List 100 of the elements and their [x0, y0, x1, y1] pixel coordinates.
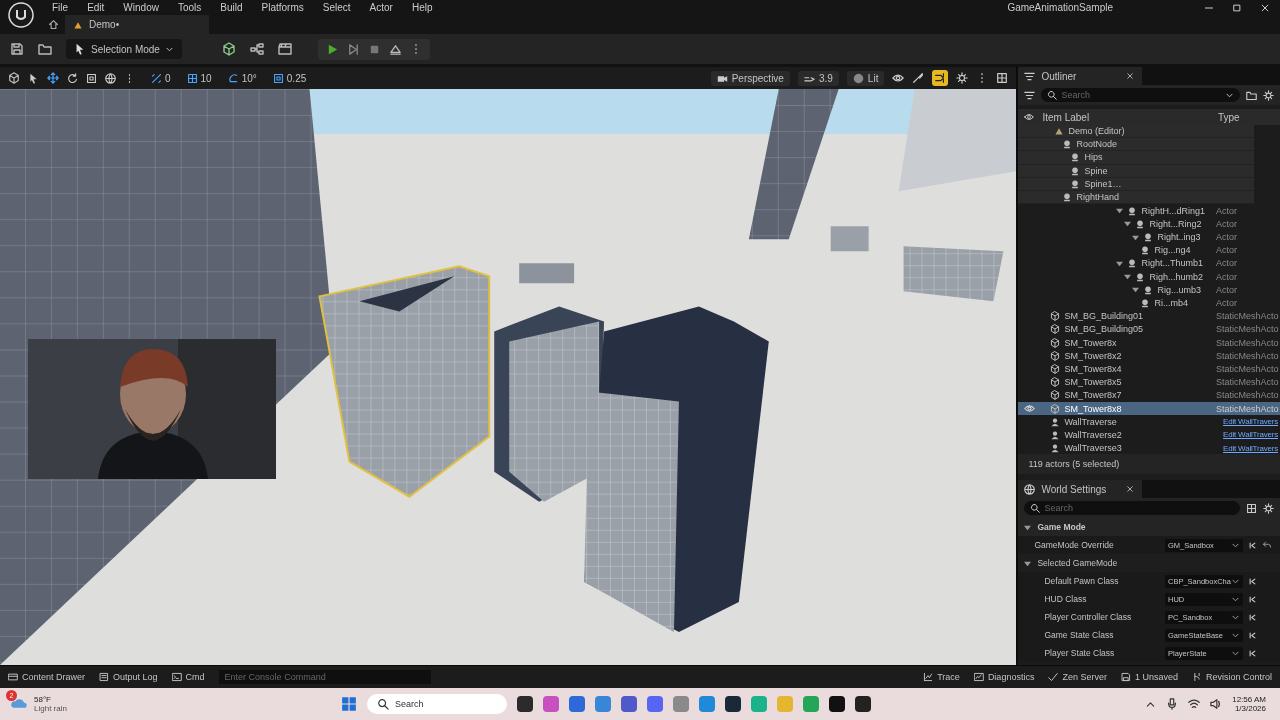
snap-setting[interactable]: 10°	[227, 72, 257, 84]
edit-blueprint-link[interactable]: Edit WallTravers	[1223, 417, 1278, 427]
close-button[interactable]	[1260, 2, 1270, 13]
expanded-arrow-icon[interactable]	[1132, 286, 1140, 294]
menu-item[interactable]: Select	[322, 2, 351, 13]
expanded-arrow-icon[interactable]	[1024, 559, 1032, 567]
tree-item-label: SM_Tower8x8	[1064, 403, 1123, 414]
status-bar-button[interactable]: Trace	[923, 672, 960, 682]
edit-blueprint-link[interactable]: Edit WallTravers	[1223, 430, 1278, 440]
menu-item[interactable]: Build	[220, 2, 243, 13]
bone-icon	[1127, 258, 1138, 269]
outliner-row[interactable]: Ri...mb4 Actor	[1018, 296, 1280, 310]
eye-icon	[1024, 402, 1036, 414]
taskbar-search-box[interactable]: Search	[367, 694, 508, 714]
snap-setting[interactable]: 0	[151, 72, 171, 84]
tree-item-label: SM_Tower8x4	[1064, 363, 1123, 374]
outliner-row[interactable]: WallTraverse2 Edit WallTravers	[1018, 428, 1280, 442]
outliner-row[interactable]: SM_BG_Building01 StaticMeshActo	[1018, 309, 1280, 323]
brush-icon	[912, 72, 925, 84]
expanded-arrow-icon[interactable]	[1024, 523, 1032, 531]
outliner-row[interactable]: WallTraverse Edit WallTravers	[1018, 415, 1280, 429]
outliner-tab[interactable]: Outliner	[1018, 67, 1143, 85]
person-icon	[1050, 416, 1061, 427]
camera-speed-dropdown[interactable]: 3.9	[797, 70, 839, 86]
status-bar-button[interactable]: Output Log	[99, 672, 158, 682]
outliner-row[interactable]: WallTraverse3 Edit WallTravers	[1018, 441, 1280, 454]
taskbar-app-icon[interactable]	[725, 696, 742, 712]
outliner-row[interactable]: Right..ing3 Actor	[1018, 230, 1280, 244]
person-icon	[1050, 443, 1061, 454]
outliner-row[interactable]: Right...Thumb1 Actor	[1018, 256, 1280, 271]
bone-icon	[1070, 165, 1081, 176]
status-bar-button[interactable]: 1 Unsaved	[1120, 672, 1178, 682]
section-title[interactable]: Game Mode	[1037, 522, 1086, 532]
taskbar-app-icon[interactable]	[855, 696, 872, 712]
snap-toggle-button[interactable]	[932, 70, 949, 86]
outliner-row[interactable]: SM_Tower8x8 StaticMeshActo	[1018, 401, 1280, 416]
world-settings-tab[interactable]: World Settings	[1018, 480, 1143, 498]
snap-icon	[934, 72, 947, 84]
selection-mode-dropdown[interactable]: Selection Mode	[66, 39, 182, 59]
cube-icon	[1050, 350, 1061, 361]
menu-item[interactable]: Edit	[87, 2, 105, 13]
engine-logo-icon[interactable]	[8, 2, 34, 28]
reset-icon	[1262, 540, 1272, 550]
actor-type: Actor	[1216, 205, 1238, 216]
snap-icon	[272, 72, 284, 84]
menu-item[interactable]: Actor	[369, 2, 393, 13]
status-bar-button[interactable]: Diagnostics	[973, 672, 1035, 682]
property-label: HUD Class	[1044, 594, 1088, 604]
outliner-row[interactable]: SM_Tower8x2 StaticMeshActo	[1018, 349, 1280, 363]
expanded-arrow-icon[interactable]	[1124, 273, 1132, 281]
menu-item[interactable]: Platforms	[261, 2, 304, 13]
bone-icon	[1135, 218, 1146, 229]
search-box[interactable]: Search	[1024, 501, 1240, 515]
taskbar-app-icon[interactable]	[517, 696, 534, 712]
column-header[interactable]: Item Label	[1042, 111, 1218, 123]
status-bar-button[interactable]: Revision Control	[1191, 672, 1272, 682]
expanded-arrow-icon[interactable]	[1132, 233, 1140, 241]
column-header[interactable]: Type	[1218, 111, 1280, 123]
outliner-row[interactable]: Right...Ring2 Actor	[1018, 217, 1280, 231]
outliner-row[interactable]: Righ...humb2 Actor	[1018, 270, 1280, 284]
lighting-dropdown[interactable]: Lit	[846, 70, 885, 86]
select-icon	[28, 72, 39, 84]
search-box[interactable]: Search	[1041, 88, 1240, 102]
outliner-row[interactable]: Rig...ng4 Actor	[1018, 243, 1280, 257]
outliner-row[interactable]: SM_Tower8x7 StaticMeshActo	[1018, 388, 1280, 402]
property-label: Game State Class	[1044, 630, 1115, 640]
menu-item[interactable]: Tools	[177, 2, 202, 13]
property-label: Player Controller Class	[1044, 612, 1133, 622]
scale-icon	[86, 72, 97, 84]
snap-setting[interactable]: 10	[186, 72, 212, 84]
log-icon	[99, 672, 110, 682]
outliner-row[interactable]: SM_BG_Building05 StaticMeshActo	[1018, 322, 1280, 336]
taskbar-search[interactable]: Search	[395, 699, 498, 709]
bone-icon	[1070, 152, 1081, 163]
actor-type: Actor	[1216, 271, 1238, 282]
outliner-row[interactable]: SM_Tower8x StaticMeshActo	[1018, 336, 1280, 350]
taskbar-app-icon[interactable]	[829, 696, 846, 712]
edit-blueprint-link[interactable]: Edit WallTravers	[1223, 443, 1278, 453]
view-mode-dropdown[interactable]: Perspective	[710, 70, 790, 86]
outliner-row[interactable]: SM_Tower8x4 StaticMeshActo	[1018, 362, 1280, 376]
status-bar-button[interactable]: Cmd	[171, 672, 205, 682]
tree-item-label: SM_BG_Building01	[1064, 311, 1144, 322]
close-icon	[1126, 485, 1135, 493]
maximize-button[interactable]	[1232, 2, 1242, 13]
snap-setting[interactable]: 0.25	[272, 72, 307, 84]
expanded-arrow-icon[interactable]	[1116, 259, 1124, 267]
outliner-row[interactable]: SM_Tower8x5 StaticMeshActo	[1018, 375, 1280, 389]
document-tab[interactable]: Demo•	[65, 15, 210, 34]
actor-type: StaticMeshActo	[1216, 311, 1280, 322]
expanded-arrow-icon[interactable]	[1116, 207, 1124, 215]
status-bar-button[interactable]: Content Drawer	[8, 672, 86, 682]
status-bar-button[interactable]: Zen Server	[1048, 672, 1107, 682]
menu-item[interactable]: File	[52, 2, 69, 13]
expanded-arrow-icon[interactable]	[1124, 220, 1132, 228]
group-title[interactable]: Selected GameMode	[1037, 558, 1118, 568]
blueprint-icon	[249, 42, 264, 56]
outliner-row[interactable]: Rig...umb3 Actor	[1018, 283, 1280, 297]
menu-item[interactable]: Help	[411, 2, 433, 13]
menu-item[interactable]: Window	[123, 2, 159, 13]
outliner-row[interactable]: RightH...dRing1 Actor	[1018, 204, 1280, 218]
